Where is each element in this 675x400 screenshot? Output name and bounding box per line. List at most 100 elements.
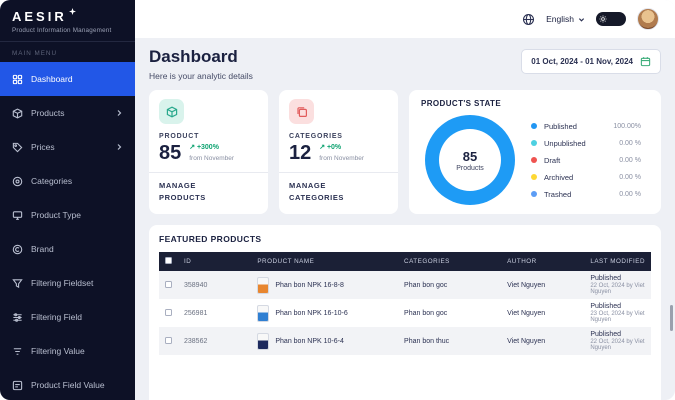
product-author: Viet Nguyen bbox=[501, 299, 584, 327]
manage-products-link[interactable]: MANAGE PRODUCTS bbox=[159, 173, 223, 211]
product-author: Viet Nguyen bbox=[501, 271, 584, 299]
trend-up-icon: ↗ bbox=[189, 144, 195, 151]
state-legend: Published 100.00% Unpublished 0.00 % Dra… bbox=[531, 122, 645, 199]
language-selector[interactable]: English bbox=[546, 14, 585, 24]
featured-products-title: FEATURED PRODUCTS bbox=[159, 234, 651, 244]
sidebar-item-dashboard[interactable]: Dashboard bbox=[0, 62, 135, 96]
sidebar-item-brand[interactable]: Brand bbox=[0, 232, 135, 266]
avatar[interactable] bbox=[637, 8, 659, 30]
sidebar-item-label: Filtering Field bbox=[31, 312, 82, 322]
product-icon-tile bbox=[159, 99, 184, 124]
column-header-last-modified: LAST MODIFIED bbox=[584, 252, 651, 271]
donut-center-value: 85 bbox=[463, 149, 477, 164]
chevron-right-icon bbox=[115, 109, 123, 117]
categories-icon-tile bbox=[289, 99, 314, 124]
sidebar-item-prices[interactable]: Prices bbox=[0, 130, 135, 164]
categories-icon bbox=[12, 176, 23, 187]
categories-count: 12 bbox=[289, 143, 311, 163]
date-range-value: 01 Oct, 2024 - 01 Nov, 2024 bbox=[531, 57, 633, 66]
sidebar-item-filtering-fieldset[interactable]: Filtering Fieldset bbox=[0, 266, 135, 300]
brand-logo: AESIR bbox=[12, 9, 67, 24]
legend-dot bbox=[531, 123, 537, 129]
legend-dot bbox=[531, 157, 537, 163]
table-row[interactable]: 238562 Phan bon NPK 10-6-4 Phan bon thuc… bbox=[159, 327, 651, 355]
page-subtitle: Here is your analytic details bbox=[149, 71, 253, 81]
column-header-categories: CATEGORIES bbox=[398, 252, 501, 271]
product-author: Viet Nguyen bbox=[501, 327, 584, 355]
product-status: Published bbox=[590, 331, 645, 338]
sun-icon bbox=[599, 15, 607, 23]
product-state-title: PRODUCT'S STATE bbox=[421, 99, 649, 108]
legend-item-trashed: Trashed 0.00 % bbox=[531, 190, 641, 199]
product-id: 256981 bbox=[178, 299, 251, 327]
sidebar: AESIR Product Information Management MAI… bbox=[0, 0, 135, 400]
product-modified: 22 Oct, 2024 by Viet Nguyen bbox=[590, 283, 645, 295]
product-category: Phan bon goc bbox=[398, 299, 501, 327]
featured-products-card: FEATURED PRODUCTS ID PRODUCT NAME CATEGO… bbox=[149, 225, 661, 400]
product-state-donut-chart: 85 Products bbox=[425, 115, 515, 205]
product-count: 85 bbox=[159, 143, 181, 163]
product-thumbnail bbox=[257, 333, 269, 350]
logo-area: AESIR Product Information Management bbox=[0, 0, 135, 42]
sidebar-item-products[interactable]: Products bbox=[0, 96, 135, 130]
product-name: Phan bon NPK 10-6-4 bbox=[275, 338, 344, 345]
table-row[interactable]: 256981 Phan bon NPK 16-10-6 Phan bon goc… bbox=[159, 299, 651, 327]
sidebar-item-product-field-value[interactable]: Product Field Value bbox=[0, 368, 135, 400]
product-thumbnail bbox=[257, 305, 269, 322]
column-header-product-name: PRODUCT NAME bbox=[251, 252, 398, 271]
legend-dot bbox=[531, 191, 537, 197]
column-header-id: ID bbox=[178, 252, 251, 271]
row-checkbox[interactable] bbox=[165, 337, 172, 344]
sidebar-item-label: Categories bbox=[31, 176, 72, 186]
product-category: Phan bon goc bbox=[398, 271, 501, 299]
table-row[interactable]: 358940 Phan bon NPK 16-8-8 Phan bon goc … bbox=[159, 271, 651, 299]
manage-categories-link[interactable]: MANAGE CATEGORIES bbox=[289, 173, 353, 211]
select-all-checkbox[interactable] bbox=[165, 257, 172, 264]
sparkle-icon bbox=[69, 8, 76, 15]
box-icon bbox=[12, 108, 23, 119]
product-id: 358940 bbox=[178, 271, 251, 299]
sidebar-item-categories[interactable]: Categories bbox=[0, 164, 135, 198]
sidebar-item-filtering-field[interactable]: Filtering Field bbox=[0, 300, 135, 334]
theme-toggle[interactable] bbox=[596, 12, 626, 26]
sidebar-item-filtering-value[interactable]: Filtering Value bbox=[0, 334, 135, 368]
filter-list-icon bbox=[12, 346, 23, 357]
menu-section-label: MAIN MENU bbox=[0, 42, 135, 62]
legend-item-unpublished: Unpublished 0.00 % bbox=[531, 139, 641, 148]
featured-products-table: ID PRODUCT NAME CATEGORIES AUTHOR LAST M… bbox=[159, 252, 651, 355]
sidebar-item-label: Brand bbox=[31, 244, 54, 254]
sidebar-item-product-type[interactable]: Product Type bbox=[0, 198, 135, 232]
product-state-card: PRODUCT'S STATE 85 Products Published bbox=[409, 90, 661, 214]
monitor-icon bbox=[12, 210, 23, 221]
row-checkbox[interactable] bbox=[165, 309, 172, 316]
sidebar-item-label: Product Type bbox=[31, 210, 81, 220]
date-range-picker[interactable]: 01 Oct, 2024 - 01 Nov, 2024 bbox=[521, 49, 661, 74]
column-header-author: AUTHOR bbox=[501, 252, 584, 271]
grid-icon bbox=[12, 74, 23, 85]
brand-subtitle: Product Information Management bbox=[12, 27, 123, 34]
price-tag-icon bbox=[12, 142, 23, 153]
sidebar-nav: Dashboard Products Prices Categories Pro… bbox=[0, 62, 135, 400]
brand-icon bbox=[12, 244, 23, 255]
main-area: English Dashboard Here is your analytic … bbox=[135, 0, 675, 400]
stat-cards-row: PRODUCT 85 ↗ +300% from November MANAGE … bbox=[149, 90, 661, 214]
row-checkbox[interactable] bbox=[165, 281, 172, 288]
page-scrollbar[interactable] bbox=[670, 305, 673, 331]
donut-center-label: Products bbox=[456, 165, 484, 172]
product-modified: 22 Oct, 2024 by Viet Nguyen bbox=[590, 339, 645, 351]
box-icon bbox=[166, 106, 178, 118]
sidebar-item-label: Product Field Value bbox=[31, 380, 105, 390]
categories-delta: ↗ +0% from November bbox=[319, 143, 364, 163]
sidebar-item-label: Products bbox=[31, 108, 65, 118]
funnel-icon bbox=[12, 278, 23, 289]
app-window: AESIR Product Information Management MAI… bbox=[0, 0, 675, 400]
calendar-icon bbox=[640, 56, 651, 67]
product-status: Published bbox=[590, 275, 645, 282]
dashboard-content: Dashboard Here is your analytic details … bbox=[135, 38, 675, 400]
topbar: English bbox=[135, 0, 675, 38]
product-name: Phan bon NPK 16-10-6 bbox=[275, 310, 347, 317]
page-title: Dashboard bbox=[149, 47, 253, 67]
chevron-down-icon bbox=[578, 16, 585, 23]
sidebar-item-label: Dashboard bbox=[31, 74, 73, 84]
sliders-icon bbox=[12, 312, 23, 323]
